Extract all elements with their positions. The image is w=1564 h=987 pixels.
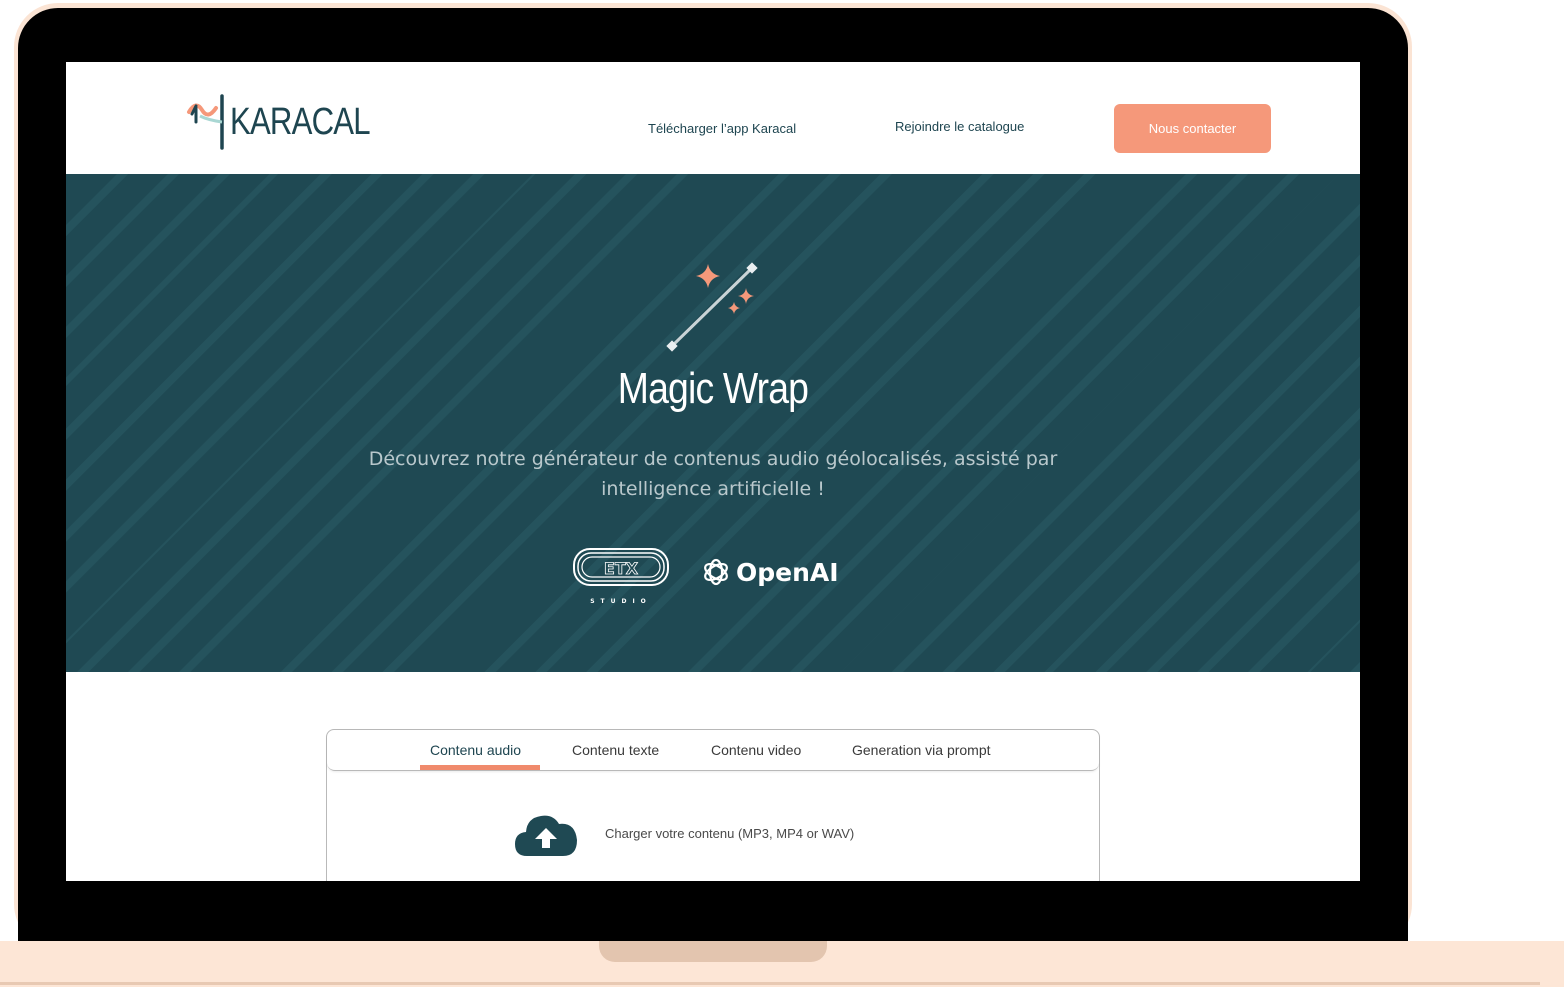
laptop-screen: KARACAL Télécharger l’app Karacal Rejoin… [66, 62, 1360, 881]
logo-wordmark: KARACAL [230, 100, 371, 143]
magic-wand-icon [666, 262, 758, 352]
upload-label[interactable]: Charger votre contenu (MP3, MP4 or WAV) [605, 826, 854, 841]
hero-title: Magic Wrap [617, 364, 809, 413]
openai-wordmark: OpenAI [736, 557, 839, 587]
openai-logo: OpenAI [700, 556, 839, 588]
laptop-base-edge [0, 982, 1540, 985]
hero-subtitle: Découvrez notre générateur de contenus a… [368, 448, 1058, 500]
nav-join-catalog[interactable]: Rejoindre le catalogue [895, 119, 1024, 134]
svg-text:ETX: ETX [604, 559, 639, 578]
nav-download-app[interactable]: Télécharger l’app Karacal [648, 121, 796, 136]
content-tabs: Contenu audio Contenu texte Contenu vide… [327, 730, 1099, 771]
openai-icon [704, 558, 728, 586]
cloud-upload-icon[interactable] [513, 810, 579, 862]
contact-button[interactable]: Nous contacter [1114, 104, 1271, 153]
karacal-logo[interactable]: KARACAL [186, 92, 400, 152]
laptop-notch [599, 941, 827, 962]
diagonal-stripe-pattern [66, 174, 1360, 672]
tab-video-content[interactable]: Contenu video [711, 742, 801, 758]
site-header: KARACAL Télécharger l’app Karacal Rejoin… [66, 62, 1360, 174]
karacal-logo-icon [187, 94, 224, 150]
etx-studio-logo-icon: ETX STUDIO [573, 548, 669, 605]
tab-text-content[interactable]: Contenu texte [572, 742, 659, 758]
active-tab-indicator [420, 765, 540, 770]
svg-text:STUDIO: STUDIO [590, 598, 652, 605]
tab-audio-content[interactable]: Contenu audio [430, 742, 521, 758]
upload-card: Contenu audio Contenu texte Contenu vide… [326, 729, 1100, 881]
etx-studio-logo: ETX STUDIO [571, 546, 671, 610]
hero-section: Magic Wrap Découvrez notre générateur de… [66, 174, 1360, 672]
tab-prompt-generation[interactable]: Generation via prompt [852, 742, 991, 758]
